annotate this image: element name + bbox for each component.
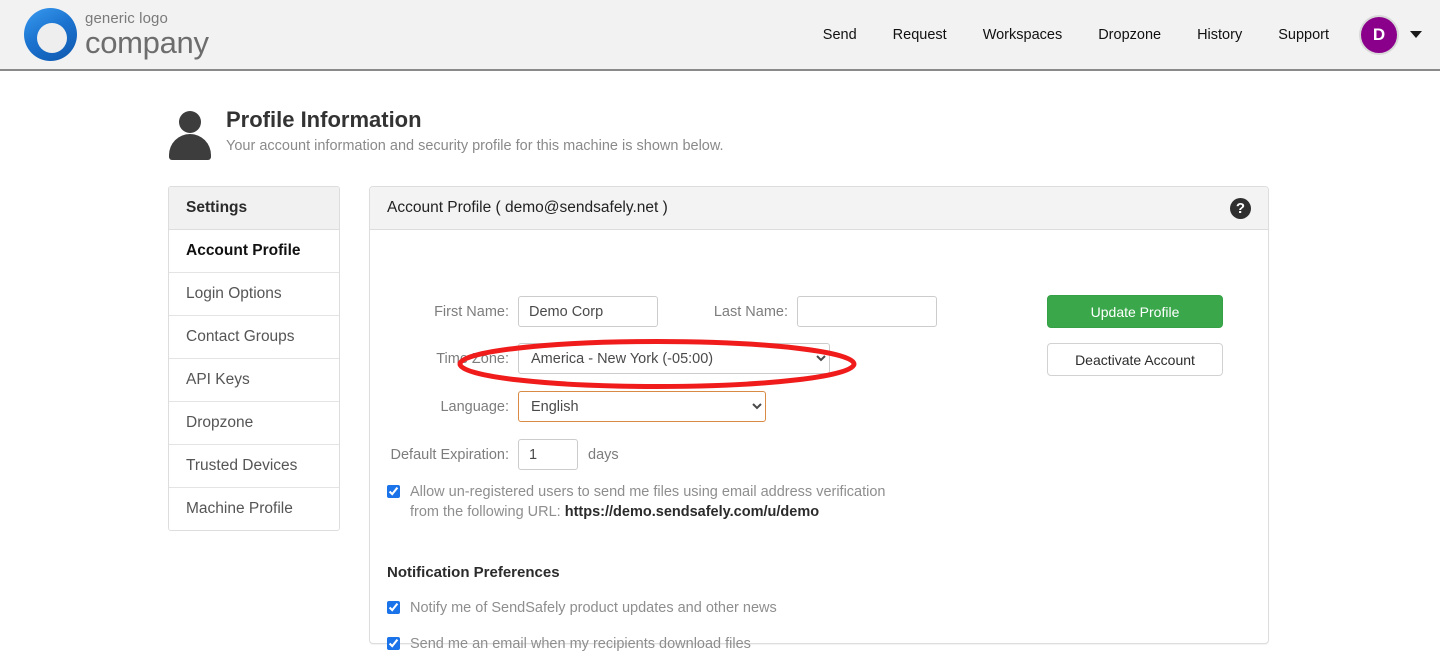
- last-name-label: Last Name:: [713, 303, 788, 320]
- main-navigation: Send Request Workspaces Dropzone History…: [805, 14, 1422, 55]
- sidebar-item-api-keys[interactable]: API Keys: [169, 359, 339, 402]
- sidebar-item-contact-groups[interactable]: Contact Groups: [169, 316, 339, 359]
- notify-updates-label: Notify me of SendSafely product updates …: [410, 600, 777, 616]
- sidebar-heading: Settings: [169, 187, 339, 230]
- page-subtitle: Your account information and security pr…: [226, 138, 724, 155]
- question-mark-icon[interactable]: ?: [1230, 197, 1251, 219]
- nav-item-history[interactable]: History: [1179, 21, 1260, 49]
- top-header-bar: generic logo company Send Request Worksp…: [0, 0, 1440, 71]
- user-profile-icon: [168, 108, 212, 160]
- page-header: Profile Information Your account informa…: [168, 107, 724, 160]
- dropzone-url: https://demo.sendsafely.com/u/demo: [564, 504, 820, 520]
- panel-header: Account Profile ( demo@sendsafely.net ) …: [370, 187, 1268, 230]
- language-label: Language:: [440, 398, 509, 415]
- nav-item-workspaces[interactable]: Workspaces: [965, 21, 1081, 49]
- notify-downloads-label: Send me an email when my recipients down…: [410, 636, 751, 652]
- nav-item-support[interactable]: Support: [1260, 21, 1347, 49]
- nav-item-dropzone[interactable]: Dropzone: [1080, 21, 1179, 49]
- name-row: First Name: Last Name:: [387, 296, 937, 327]
- time-zone-label: Time Zone:: [436, 350, 509, 367]
- settings-sidebar: Settings Account Profile Login Options C…: [168, 186, 340, 531]
- company-logo-icon: [24, 8, 77, 61]
- account-profile-panel: Account Profile ( demo@sendsafely.net ) …: [369, 186, 1269, 652]
- default-expiration-unit: days: [588, 446, 619, 463]
- chevron-down-icon[interactable]: [1410, 31, 1422, 38]
- language-select[interactable]: English: [518, 391, 766, 422]
- deactivate-account-button[interactable]: Deactivate Account: [1047, 343, 1223, 376]
- first-name-label: First Name:: [434, 303, 509, 320]
- avatar[interactable]: D: [1359, 14, 1399, 55]
- default-expiration-label: Default Expiration:: [390, 446, 509, 463]
- sidebar-item-machine-profile[interactable]: Machine Profile: [169, 488, 339, 530]
- sidebar-item-account-profile[interactable]: Account Profile: [169, 230, 339, 273]
- default-expiration-input[interactable]: [518, 439, 578, 470]
- allow-unregistered-checkbox[interactable]: [387, 485, 400, 498]
- time-zone-row: Time Zone: America - New York (-05:00): [387, 343, 830, 374]
- panel-title: Account Profile ( demo@sendsafely.net ): [387, 199, 668, 216]
- nav-item-send[interactable]: Send: [805, 21, 875, 49]
- page-title: Profile Information: [226, 107, 422, 132]
- user-menu[interactable]: D: [1359, 14, 1422, 55]
- sidebar-item-trusted-devices[interactable]: Trusted Devices: [169, 445, 339, 488]
- default-expiration-row: Default Expiration: days: [387, 439, 619, 470]
- language-row: Language: English: [387, 391, 766, 422]
- notify-downloads-row: Send me an email when my recipients down…: [387, 634, 751, 654]
- allow-unregistered-line2-prefix: from the following URL:: [410, 504, 565, 520]
- notify-updates-row: Notify me of SendSafely product updates …: [387, 598, 777, 618]
- nav-item-request[interactable]: Request: [875, 21, 965, 49]
- allow-unregistered-line1: Allow un-registered users to send me fil…: [410, 484, 886, 500]
- last-name-input[interactable]: [797, 296, 937, 327]
- notification-preferences-title: Notification Preferences: [387, 564, 560, 581]
- sidebar-item-login-options[interactable]: Login Options: [169, 273, 339, 316]
- logo-company-name: company: [85, 25, 209, 60]
- notify-downloads-checkbox[interactable]: [387, 637, 400, 650]
- allow-unregistered-row: Allow un-registered users to send me fil…: [387, 482, 1007, 522]
- allow-unregistered-label: Allow un-registered users to send me fil…: [410, 482, 886, 522]
- notify-updates-checkbox[interactable]: [387, 601, 400, 614]
- logo-wordmark: generic logo company: [85, 11, 209, 58]
- update-profile-button[interactable]: Update Profile: [1047, 295, 1223, 328]
- logo-tagline: generic logo: [85, 10, 168, 27]
- first-name-input[interactable]: [518, 296, 658, 327]
- brand-logo[interactable]: generic logo company: [24, 8, 209, 61]
- sidebar-item-dropzone[interactable]: Dropzone: [169, 402, 339, 445]
- time-zone-select[interactable]: America - New York (-05:00): [518, 343, 830, 374]
